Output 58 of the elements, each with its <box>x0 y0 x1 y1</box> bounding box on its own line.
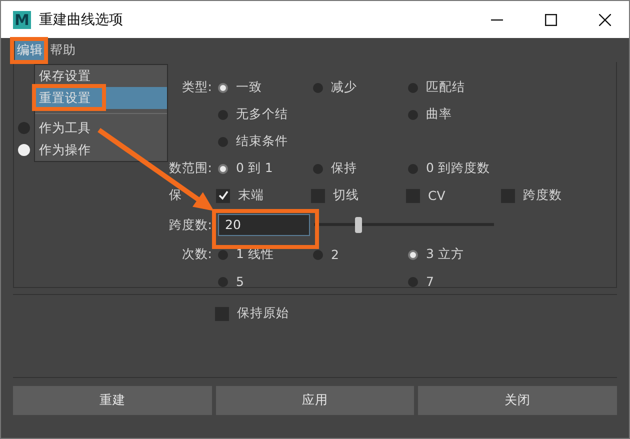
menu-item[interactable]: 作为工具 <box>35 117 167 139</box>
radio-button[interactable] <box>408 110 418 120</box>
option-label: 一致 <box>236 79 262 96</box>
checkbox[interactable] <box>406 188 420 202</box>
option-label: 跨度数 <box>523 187 562 204</box>
option-label: 末端 <box>238 187 264 204</box>
radio-button[interactable] <box>313 250 323 260</box>
dialog-button[interactable]: 重建 <box>13 386 212 415</box>
input-field[interactable]: 20 <box>218 214 310 236</box>
dialog-button[interactable]: 应用 <box>216 386 414 415</box>
option-label: 切线 <box>333 187 359 204</box>
option-label: 0 到跨度数 <box>426 160 490 177</box>
option-label: 曲率 <box>426 106 452 123</box>
field-label: 跨度数: <box>168 216 212 232</box>
field-label: 数范围: <box>168 160 212 177</box>
radio-button[interactable] <box>313 82 323 92</box>
field-label: 次数: <box>182 246 212 263</box>
option-label: 保持 <box>331 160 357 177</box>
option-label: 无多个结 <box>236 106 288 123</box>
option-label: CV <box>428 188 446 203</box>
radio-button[interactable] <box>408 250 418 260</box>
radio-button[interactable] <box>18 122 30 134</box>
radio-button[interactable] <box>218 164 228 174</box>
option-label: 3 立方 <box>426 246 464 263</box>
option-label: 保持原始 <box>237 305 289 322</box>
app-logo: M <box>13 10 31 28</box>
option-label: 结束条件 <box>236 133 288 150</box>
radio-button[interactable] <box>218 250 228 260</box>
highlight-frame <box>10 37 48 64</box>
checkbox[interactable] <box>216 188 230 202</box>
radio-button[interactable] <box>218 276 228 286</box>
option-label: 2 <box>331 247 339 262</box>
option-label: 减少 <box>331 79 357 96</box>
checkbox[interactable] <box>501 188 515 202</box>
radio-button[interactable] <box>408 276 418 286</box>
option-label: 7 <box>426 274 434 289</box>
close-icon[interactable] <box>599 14 611 26</box>
radio-button[interactable] <box>18 144 30 156</box>
window-title: 重建曲线选项 <box>39 10 123 28</box>
dialog-button[interactable]: 关闭 <box>418 386 618 415</box>
radio-button[interactable] <box>218 136 228 146</box>
radio-button[interactable] <box>408 164 418 174</box>
menu-item[interactable]: 作为操作 <box>35 139 167 161</box>
radio-button[interactable] <box>218 82 228 92</box>
radio-button[interactable] <box>218 110 228 120</box>
maximize-icon[interactable] <box>545 14 557 26</box>
radio-button[interactable] <box>313 164 323 174</box>
field-label: 保 <box>169 187 183 204</box>
option-label: 匹配结 <box>426 79 465 96</box>
option-label: 5 <box>236 274 244 289</box>
menu-item[interactable]: 帮助 <box>48 40 78 60</box>
radio-button[interactable] <box>408 82 418 92</box>
field-label: 类型: <box>182 79 212 96</box>
option-label: 0 到 1 <box>236 160 273 177</box>
checkbox[interactable] <box>311 188 325 202</box>
slider-thumb[interactable] <box>355 217 362 233</box>
checkbox[interactable] <box>215 306 229 320</box>
menu-item[interactable]: 保存设置 <box>35 65 167 87</box>
